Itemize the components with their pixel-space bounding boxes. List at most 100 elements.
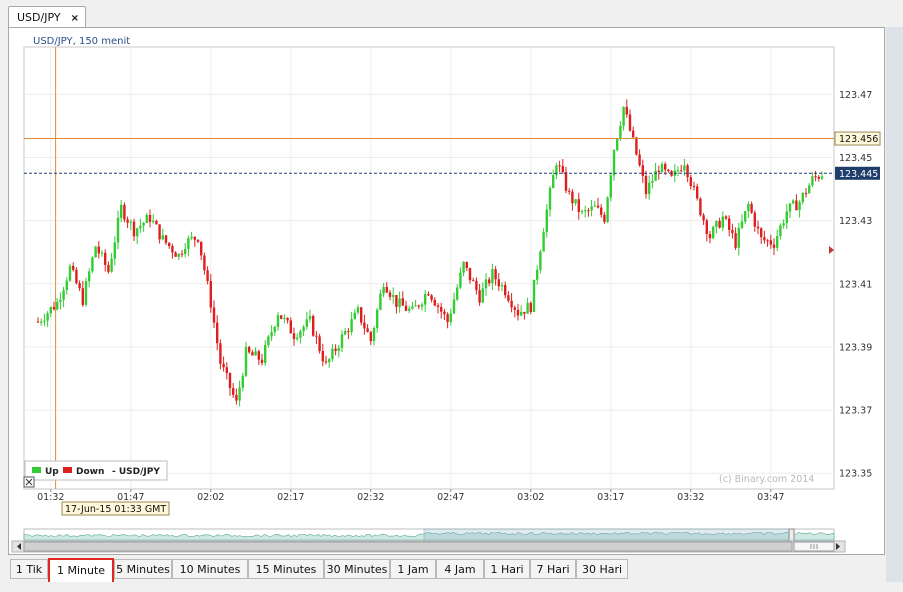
candle-down — [334, 348, 337, 351]
candle-up — [737, 227, 740, 248]
timeframe-30-minutes[interactable]: 30 Minutes — [324, 559, 390, 579]
y-tick-label: 123.39 — [839, 342, 872, 353]
timeframe-10-minutes[interactable]: 10 Minutes — [172, 559, 248, 579]
candle-up — [542, 232, 545, 252]
last-price-label: 123.445 — [835, 166, 880, 180]
candle-up — [337, 347, 340, 351]
y-tick-label: 123.43 — [839, 216, 872, 227]
candle-down — [488, 279, 491, 284]
candle-down — [206, 270, 209, 282]
candle-up — [299, 331, 302, 338]
candle-up — [120, 204, 123, 218]
candle-down — [369, 332, 372, 342]
timeframe-4-jam[interactable]: 4 Jam — [436, 559, 484, 579]
candle-up — [241, 375, 244, 388]
candle-up — [449, 313, 452, 323]
candle-up — [536, 269, 539, 280]
candle-up — [740, 221, 744, 228]
candle-down — [804, 192, 808, 194]
timeframe-15-minutes[interactable]: 15 Minutes — [248, 559, 324, 579]
timeframe-1-minute[interactable]: 1 Minute — [48, 558, 114, 584]
candle-down — [561, 166, 564, 173]
svg-text:123.456: 123.456 — [839, 134, 878, 145]
candle-down — [699, 198, 702, 216]
candle-down — [523, 311, 526, 314]
y-axis: 123.35 123.37 123.39 123.41 123.43 123.45 123.… — [839, 90, 872, 480]
candle-down — [219, 343, 222, 364]
candle-down — [72, 265, 75, 270]
candle-up — [609, 175, 612, 198]
legend-up-label: Up — [45, 467, 59, 477]
candle-up — [84, 281, 88, 305]
candle-down — [216, 322, 219, 344]
candle-up — [574, 199, 577, 204]
legend-down-label: Down — [76, 467, 104, 477]
candle-up — [273, 326, 276, 333]
candle-up — [590, 206, 593, 211]
navigator[interactable] — [23, 528, 835, 542]
candle-up — [622, 106, 625, 126]
candle-up — [308, 316, 312, 320]
candle-down — [600, 207, 603, 215]
candle-up — [648, 182, 651, 195]
plot-area — [23, 46, 835, 490]
candle-down — [596, 205, 600, 208]
candle-down — [174, 252, 177, 257]
candle-up — [94, 246, 97, 258]
candle-down — [696, 186, 699, 199]
candle-up — [612, 150, 616, 176]
candle-down — [440, 306, 443, 312]
candle-down — [763, 237, 766, 241]
candle-down — [366, 328, 369, 333]
candle-up — [481, 288, 484, 303]
crosshair-price-label: 123.456 — [834, 131, 881, 146]
candle-down — [324, 361, 328, 363]
candle-up — [264, 344, 267, 363]
candle-down — [564, 172, 568, 191]
candle-down — [628, 114, 632, 131]
candle-up — [372, 328, 376, 342]
candle-down — [158, 224, 161, 240]
candle-up — [296, 337, 299, 340]
candle-down — [97, 246, 100, 254]
candle-down — [446, 314, 449, 323]
candle-up — [376, 309, 379, 329]
candle-up — [747, 203, 750, 212]
candle-up — [411, 306, 414, 309]
candlestick-chart[interactable]: USD/JPY, 150 menit 123.35123.37123.39123… — [0, 0, 903, 592]
candle-down — [363, 322, 366, 329]
reset-zoom-icon[interactable] — [23, 476, 35, 488]
timeframe-1-hari[interactable]: 1 Hari — [484, 559, 530, 579]
candle-down — [75, 269, 78, 284]
candle-down — [360, 307, 363, 323]
timeframe-7-hari[interactable]: 7 Hari — [530, 559, 576, 579]
candle-up — [152, 220, 155, 222]
candle-down — [516, 309, 520, 316]
candle-up — [110, 258, 113, 272]
timeframe-30-hari[interactable]: 30 Hari — [576, 559, 628, 579]
candle-up — [779, 225, 782, 237]
candle-up — [676, 170, 680, 172]
timeframe-1-jam[interactable]: 1 Jam — [390, 559, 436, 579]
candle-down — [52, 307, 56, 310]
horizontal-scrollbar[interactable] — [11, 540, 846, 553]
candle-up — [782, 223, 785, 226]
timeframe-1-tik[interactable]: 1 Tik — [10, 559, 48, 579]
candle-up — [526, 302, 529, 314]
candle-up — [660, 164, 664, 173]
chart-title: USD/JPY, 150 menit — [33, 36, 130, 47]
timeframe-5-minutes[interactable]: 5 Minutes — [114, 559, 172, 579]
candle-down — [433, 299, 436, 306]
candle-down — [756, 226, 760, 229]
candle-down — [632, 130, 635, 138]
legend-up-swatch — [32, 467, 41, 473]
candle-down — [692, 185, 696, 187]
candle-down — [257, 351, 260, 360]
candle-up — [331, 348, 334, 360]
candle-down — [718, 220, 721, 228]
candle-up — [305, 319, 308, 327]
candle-down — [212, 307, 216, 323]
y-tick-label: 123.35 — [839, 469, 872, 480]
x-tick-label: 01:47 — [117, 492, 144, 503]
candle-down — [644, 175, 648, 195]
